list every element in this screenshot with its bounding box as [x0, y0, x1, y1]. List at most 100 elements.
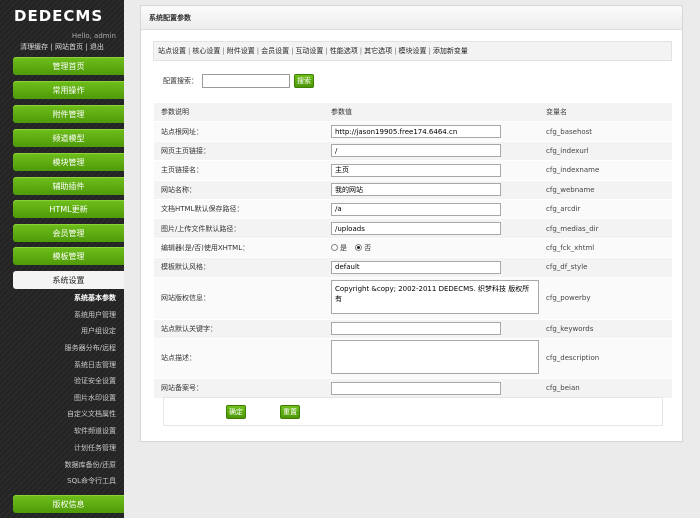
row-var: cfg_indexurl	[539, 140, 672, 161]
subnav-sql-tool[interactable]: SQL命令行工具	[67, 476, 116, 486]
table-row: 网站备案号： cfg_beian	[154, 377, 672, 398]
nav-channel-models[interactable]: 频道模型	[13, 129, 124, 147]
table-row: 编辑器(是/否)使用XHTML： 是 否 cfg_fck_xhtml	[154, 237, 672, 258]
link-separator: |	[85, 43, 88, 51]
tab-core[interactable]: 核心设置	[192, 47, 220, 55]
tab-performance[interactable]: 性能选项	[330, 47, 358, 55]
header-value: 参数值	[324, 101, 539, 122]
clear-cache-link[interactable]: 清理缓存	[20, 43, 48, 51]
subnav-custom-attrs[interactable]: 自定义文档属性	[67, 409, 116, 419]
radio-dot	[331, 244, 338, 252]
logout-link[interactable]: 退出	[90, 43, 104, 51]
subnav-tasks[interactable]: 计划任务管理	[74, 443, 116, 453]
reset-button[interactable]: 重置	[280, 405, 300, 419]
nav-modules[interactable]: 模块管理	[13, 153, 124, 171]
site-home-link[interactable]: 网站首页	[55, 43, 83, 51]
radio-label: 是	[340, 243, 347, 252]
row-label: 站点根网址：	[154, 121, 324, 142]
search-label: 配置搜索：	[163, 77, 198, 85]
subnav-software-channel[interactable]: 软件频道设置	[74, 426, 116, 436]
row-label: 主页链接名：	[154, 160, 324, 181]
subnav-security[interactable]: 验证安全设置	[74, 376, 116, 386]
webname-input[interactable]	[331, 183, 501, 197]
row-label: 站点默认关键字：	[154, 318, 324, 339]
tab-other[interactable]: 其它选项	[364, 47, 392, 55]
nav-members[interactable]: 会员管理	[13, 224, 124, 242]
sidebar: DEDECMS Hello, admin 清理缓存 | 网站首页 | 退出 管理…	[0, 0, 124, 518]
nav-attachments[interactable]: 附件管理	[13, 105, 124, 123]
search-input[interactable]	[202, 74, 290, 88]
table-row: 站点默认关键字： cfg_keywords	[154, 318, 672, 339]
subnav-watermark[interactable]: 图片水印设置	[74, 393, 116, 403]
tab-site[interactable]: 站点设置	[158, 47, 186, 55]
radio-dot-selected	[355, 244, 363, 252]
header-description: 参数说明	[154, 101, 324, 122]
description-textarea[interactable]	[331, 340, 539, 375]
table-row: 站点根网址： cfg_basehost	[154, 121, 672, 142]
row-label: 网站备案号：	[154, 377, 324, 398]
table-header-row: 参数说明 参数值 变量名	[154, 101, 672, 122]
header-variable: 变量名	[539, 101, 672, 122]
arcdir-input[interactable]	[331, 202, 501, 216]
nav-plugins[interactable]: 辅助插件	[13, 177, 124, 195]
row-label: 网页主页链接：	[154, 140, 324, 161]
table-row: 网站版权信息： Copyright &copy; 2002-2011 DEDEC…	[154, 276, 672, 320]
row-label: 网站版权信息：	[154, 276, 324, 320]
powerby-textarea[interactable]: Copyright &copy; 2002-2011 DEDECMS. 织梦科技…	[331, 280, 539, 315]
tab-member[interactable]: 会员设置	[261, 47, 289, 55]
config-search: 配置搜索： 搜索	[163, 74, 314, 88]
table-row: 模板默认风格： cfg_df_style	[154, 257, 672, 278]
logo: DEDECMS	[14, 7, 104, 25]
indexname-input[interactable]	[331, 163, 501, 177]
table-row: 网页主页链接： cfg_indexurl	[154, 140, 672, 161]
form-actions: 确定 重置	[163, 397, 663, 426]
row-label: 文档HTML默认保存路径：	[154, 198, 324, 219]
nav-system-settings[interactable]: 系统设置	[13, 271, 124, 289]
table-row: 图片/上传文件默认路径： cfg_medias_dir	[154, 218, 672, 239]
subnav-users[interactable]: 系统用户管理	[74, 310, 116, 320]
nav-copyright[interactable]: 版权信息	[13, 495, 124, 513]
table-row: 主页链接名： cfg_indexname	[154, 160, 672, 181]
keywords-input[interactable]	[331, 322, 501, 336]
link-separator: |	[50, 43, 53, 51]
nav-html-update[interactable]: HTML更新	[13, 200, 124, 218]
xhtml-no-radio[interactable]: 否	[355, 243, 371, 253]
search-button[interactable]: 搜索	[294, 74, 314, 88]
row-label: 模板默认风格：	[154, 257, 324, 278]
row-var: cfg_beian	[539, 377, 672, 398]
medias-dir-input[interactable]	[331, 222, 501, 236]
config-table: 参数说明 参数值 变量名 站点根网址： cfg_basehost 网页主页链接：…	[154, 101, 672, 398]
tab-add-variable[interactable]: 添加新变量	[433, 47, 468, 55]
df-style-input[interactable]	[331, 260, 501, 274]
nav-common-ops[interactable]: 常用操作	[13, 81, 124, 99]
basehost-input[interactable]	[331, 125, 501, 139]
subnav-user-groups[interactable]: 用户组设定	[81, 326, 116, 336]
row-var: cfg_arcdir	[539, 198, 672, 219]
row-var: cfg_description	[539, 337, 672, 379]
indexurl-input[interactable]	[331, 144, 501, 158]
tab-interaction[interactable]: 互动设置	[295, 47, 323, 55]
row-var: cfg_webname	[539, 179, 672, 200]
row-var: cfg_powerby	[539, 276, 672, 320]
subnav-basic-params[interactable]: 系统基本参数	[74, 293, 116, 303]
radio-label: 否	[364, 243, 372, 252]
row-var: cfg_keywords	[539, 318, 672, 339]
beian-input[interactable]	[331, 381, 501, 395]
nav-admin-home[interactable]: 管理首页	[13, 57, 124, 75]
top-links: 清理缓存 | 网站首页 | 退出	[0, 42, 124, 52]
row-label: 网站名称：	[154, 179, 324, 200]
tab-attachment[interactable]: 附件设置	[227, 47, 255, 55]
subnav-servers[interactable]: 服务器分布/远程	[65, 343, 116, 353]
xhtml-yes-radio[interactable]: 是	[331, 243, 347, 253]
settings-tabs: 站点设置 | 核心设置 | 附件设置 | 会员设置 | 互动设置 | 性能选项 | 其它选项 | 模块设置 |…	[153, 41, 672, 61]
greeting: Hello, admin	[71, 32, 116, 40]
table-row: 文档HTML默认保存路径： cfg_arcdir	[154, 198, 672, 219]
page-title: 系统配置参数	[141, 6, 682, 30]
confirm-button[interactable]: 确定	[226, 405, 246, 419]
row-var: cfg_basehost	[539, 121, 672, 142]
tab-module[interactable]: 模块设置	[399, 47, 427, 55]
row-var: cfg_fck_xhtml	[539, 237, 672, 258]
nav-templates[interactable]: 模板管理	[13, 247, 124, 265]
subnav-db-backup[interactable]: 数据库备份/还原	[65, 460, 116, 470]
subnav-logs[interactable]: 系统日志管理	[74, 360, 116, 370]
